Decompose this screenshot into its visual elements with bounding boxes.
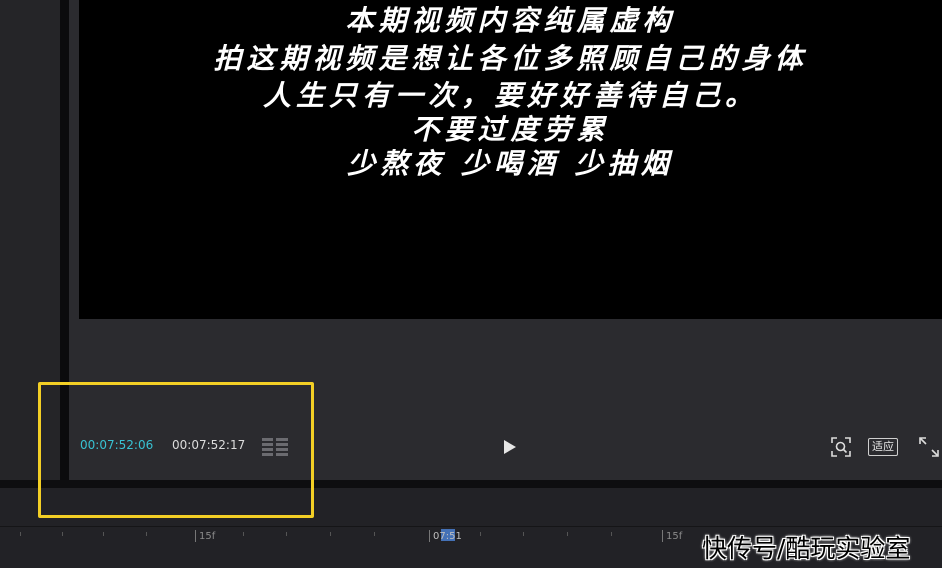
ruler-major-tick: [195, 530, 196, 542]
ruler-tick: [286, 532, 287, 536]
fit-button[interactable]: 适应: [868, 438, 898, 456]
ruler-label-15f-2: 15f: [666, 531, 683, 542]
caption-line-3: 人生只有一次，要好好善待自己。: [262, 79, 758, 112]
highlight-annotation-box: [38, 382, 314, 518]
caption-line-5: 少熬夜 少喝酒 少抽烟: [347, 147, 674, 180]
video-preview[interactable]: 本期视频内容纯属虚构 拍这期视频是想让各位多照顾自己的身体 人生只有一次，要好好…: [79, 0, 942, 319]
ruler-tick: [567, 532, 568, 536]
play-icon: [504, 440, 516, 454]
ruler-tick: [374, 532, 375, 536]
fullscreen-icon: [919, 437, 939, 457]
watermark: 快传号/酷玩实验室: [702, 534, 911, 563]
ruler-tick: [62, 532, 63, 536]
play-button[interactable]: [498, 436, 520, 458]
ruler-tick: [243, 532, 244, 536]
ruler-tick: [146, 532, 147, 536]
ruler-major-tick: [429, 530, 430, 542]
fullscreen-button[interactable]: [918, 436, 940, 458]
ruler-tick: [480, 532, 481, 536]
ruler-tick: [611, 532, 612, 536]
ruler-label-15f: 15f: [199, 531, 216, 542]
ruler-tick: [330, 532, 331, 536]
ruler-label-time: 07:51: [433, 531, 462, 542]
zoom-button[interactable]: [830, 436, 852, 458]
caption-line-1: 本期视频内容纯属虚构: [345, 4, 676, 37]
caption-line-2: 拍这期视频是想让各位多照顾自己的身体: [213, 42, 808, 75]
zoom-icon: [831, 437, 851, 457]
ruler-major-tick: [662, 530, 663, 542]
ruler-tick: [103, 532, 104, 536]
ruler-tick: [20, 532, 21, 536]
timeline-ruler-line: [0, 526, 942, 527]
ruler-tick: [523, 532, 524, 536]
caption-line-4: 不要过度劳累: [411, 113, 610, 146]
